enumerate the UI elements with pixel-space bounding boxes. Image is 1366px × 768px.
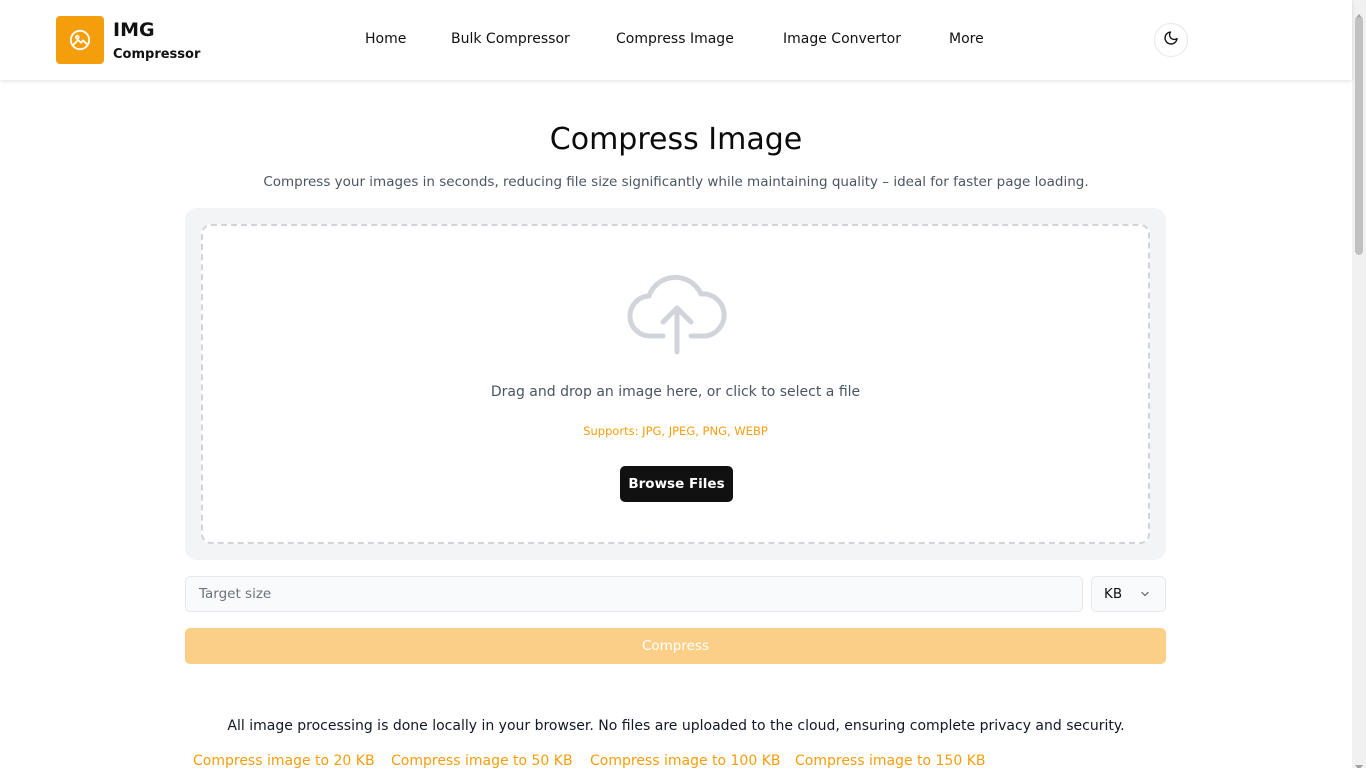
nav-compress-image[interactable]: Compress Image bbox=[616, 31, 734, 47]
chevron-down-icon bbox=[1139, 588, 1151, 604]
dropzone-instructions: Drag and drop an image here, or click to… bbox=[490, 384, 861, 400]
compress-button[interactable]: Compress bbox=[185, 628, 1166, 664]
theme-toggle-button[interactable] bbox=[1154, 23, 1188, 57]
quick-link-50kb[interactable]: Compress image to 50 KB bbox=[391, 753, 573, 768]
privacy-note: All image processing is done locally in … bbox=[227, 718, 1125, 734]
main-nav: Home Bulk Compressor Compress Image Imag… bbox=[0, 0, 1352, 80]
page-scrollbar[interactable] bbox=[1352, 0, 1366, 768]
dropzone-container: Drag and drop an image here, or click to… bbox=[185, 208, 1166, 560]
nav-more[interactable]: More bbox=[949, 31, 984, 47]
target-size-input[interactable] bbox=[185, 576, 1083, 612]
scrollbar-thumb[interactable] bbox=[1355, 17, 1363, 255]
nav-home[interactable]: Home bbox=[365, 31, 406, 47]
scroll-down-arrow-icon[interactable] bbox=[1355, 756, 1363, 768]
page-subtitle: Compress your images in seconds, reducin… bbox=[263, 174, 1089, 190]
cloud-upload-icon bbox=[627, 272, 727, 360]
unit-select[interactable]: KB bbox=[1091, 576, 1166, 612]
nav-bulk-compressor[interactable]: Bulk Compressor bbox=[451, 31, 570, 47]
quick-link-150kb[interactable]: Compress image to 150 KB bbox=[795, 753, 985, 768]
dropzone[interactable]: Drag and drop an image here, or click to… bbox=[201, 224, 1150, 544]
page-title: Compress Image bbox=[549, 122, 803, 157]
quick-links: Compress image to 20 KB Compress image t… bbox=[0, 753, 1352, 768]
nav-image-convertor[interactable]: Image Convertor bbox=[783, 31, 901, 47]
browse-files-button[interactable]: Browse Files bbox=[620, 466, 733, 502]
site-header: IMG Compressor Home Bulk Compressor Comp… bbox=[0, 0, 1352, 80]
supported-formats: Supports: JPG, JPEG, PNG, WEBP bbox=[583, 424, 768, 438]
moon-icon bbox=[1163, 30, 1179, 50]
unit-select-value: KB bbox=[1104, 586, 1123, 602]
quick-link-100kb[interactable]: Compress image to 100 KB bbox=[590, 753, 780, 768]
quick-link-20kb[interactable]: Compress image to 20 KB bbox=[193, 753, 375, 768]
